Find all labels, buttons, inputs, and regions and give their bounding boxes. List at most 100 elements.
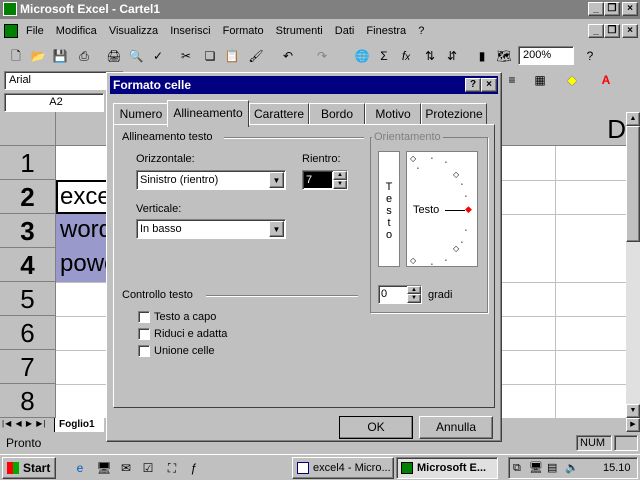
doc-close-button[interactable]: × [622,24,638,38]
open-icon[interactable]: 📂 [28,46,48,66]
desktop-icon[interactable]: 🖥 [94,458,114,478]
menu-help[interactable]: ? [418,25,424,37]
preview-icon[interactable]: 🔍 [126,46,146,66]
vertical-scrollbar[interactable]: ▲ ▼ [626,112,640,418]
taskbar-item-excel[interactable]: Microsoft E... [396,457,498,479]
row-header-8[interactable]: 8 [0,384,56,418]
merge-cells-checkbox[interactable] [138,345,150,357]
save-icon[interactable]: 💾 [50,46,70,66]
menu-file[interactable]: File [26,25,44,37]
print-icon[interactable]: 🖨 [104,46,124,66]
cancel-button[interactable]: Annulla [419,416,493,439]
horizontal-select[interactable]: Sinistro (rientro) ▼ [136,170,286,190]
merge-cells-label[interactable]: Unione celle [154,345,215,357]
degrees-spinner[interactable]: 0 ▲ ▼ [378,285,422,304]
paste-icon[interactable]: 📋 [222,46,242,66]
volume-icon[interactable]: 🔈 [565,458,579,478]
tab-numero[interactable]: Numero [113,103,169,125]
menu-strumenti[interactable]: Strumenti [276,25,323,37]
copy-icon[interactable]: ❏ [200,46,220,66]
doc-minimize-button[interactable]: _ [588,24,604,38]
channels-icon[interactable]: ☑ [138,458,158,478]
dialog-close-button[interactable]: × [481,78,497,92]
orientation-dial[interactable]: ◇ ● ● ● ◇ ● ● Testo ◆ ● ● ◇ ● ● ◇ [406,151,478,267]
wrap-text-checkbox[interactable] [138,311,150,323]
row-header-2[interactable]: 2 [0,180,56,214]
start-button[interactable]: Start [2,457,56,479]
spelling-icon[interactable]: ✓ [148,46,168,66]
sheet-tab-foglio1[interactable]: Foglio1 [54,418,104,432]
tab-motivo[interactable]: Motivo [365,103,421,125]
function-icon[interactable]: fx [396,46,416,66]
script-icon[interactable]: ƒ [184,458,204,478]
wrap-text-label[interactable]: Testo a capo [154,311,216,323]
spin-up-icon[interactable]: ▲ [333,171,347,180]
shrink-to-fit-checkbox[interactable] [138,328,150,340]
cut-icon[interactable]: ✂ [176,46,196,66]
row-header-7[interactable]: 7 [0,350,56,384]
scroll-down-arrow-icon[interactable]: ▼ [626,404,640,418]
vertical-text-box[interactable]: Testo [378,151,400,267]
row-header-1[interactable]: 1 [0,146,56,180]
menu-visualizza[interactable]: Visualizza [109,25,158,37]
tab-bordo[interactable]: Bordo [309,103,365,125]
degrees-down-icon[interactable]: ▼ [407,294,421,303]
indent-spinner[interactable]: 7 ▲ ▼ [302,170,348,190]
menu-inserisci[interactable]: Inserisci [170,25,210,37]
shrink-to-fit-label[interactable]: Riduci e adatta [154,328,227,340]
name-box[interactable]: A2 [4,93,104,112]
office-assistant-icon[interactable]: ? [580,46,600,66]
chevron-down-icon[interactable]: ▼ [269,221,284,237]
format-painter-icon[interactable]: 🖌 [246,46,266,66]
font-color-icon[interactable]: A [596,70,616,90]
align-icon[interactable]: ≡ [502,70,522,90]
fill-color-icon[interactable]: ◆ [562,70,582,90]
doc-restore-button[interactable]: ❐ [604,24,620,38]
new-icon[interactable]: 🗋 [6,46,26,66]
menu-modifica[interactable]: Modifica [56,25,97,37]
undo-icon[interactable]: ↶ [278,46,298,66]
vertical-select[interactable]: In basso ▼ [136,219,286,239]
borders-icon[interactable]: ▦ [530,70,550,90]
close-button[interactable]: × [622,2,638,16]
menu-finestra[interactable]: Finestra [366,25,406,37]
hyperlink-icon[interactable]: 🌐 [352,46,372,66]
internet-explorer-icon[interactable]: e [70,458,90,478]
autosum-icon[interactable]: Σ [374,46,394,66]
tab-scroll-icons[interactable]: |◀ ◀ ▶ ▶| [2,419,46,428]
maximize-button[interactable]: ❐ [604,2,620,16]
task-scheduler-icon[interactable]: ▤ [547,458,557,478]
orientation-pointer-icon[interactable]: ◆ [465,204,472,215]
sort-asc-icon[interactable]: ⇅ [420,46,440,66]
map-icon[interactable]: 🗺 [494,46,514,66]
redo-icon[interactable]: ↷ [312,46,332,66]
minimize-button[interactable]: _ [588,2,604,16]
network-icon[interactable]: ⧉ [513,458,521,478]
row-header-4[interactable]: 4 [0,248,56,282]
menu-formato[interactable]: Formato [223,25,264,37]
select-all-corner[interactable] [0,112,56,146]
scroll-thumb[interactable] [626,126,640,242]
row-header-3[interactable]: 3 [0,214,56,248]
ok-button[interactable]: OK [339,416,413,439]
row-header-5[interactable]: 5 [0,282,56,316]
degrees-up-icon[interactable]: ▲ [407,286,421,294]
print-preview-icon[interactable]: ⎙ [74,46,94,66]
chart-wizard-icon[interactable]: ▮ [472,46,492,66]
zoom-select[interactable]: 200% [518,46,574,65]
tab-allineamento[interactable]: Allineamento [167,100,249,127]
hscroll-right-arrow-icon[interactable]: ▶ [626,418,640,432]
monitor-icon[interactable]: 🖥 [529,458,543,478]
dialog-help-button[interactable]: ? [465,78,481,92]
row-header-6[interactable]: 6 [0,316,56,350]
tab-protezione[interactable]: Protezione [421,103,487,125]
media-icon[interactable]: ⛶ [162,458,182,478]
scroll-up-arrow-icon[interactable]: ▲ [626,112,640,126]
clock[interactable]: 15.10 [603,458,631,478]
chevron-down-icon[interactable]: ▼ [269,172,284,188]
spin-down-icon[interactable]: ▼ [333,180,347,189]
sort-desc-icon[interactable]: ⇵ [442,46,462,66]
tab-carattere[interactable]: Carattere [249,103,309,125]
menu-dati[interactable]: Dati [335,25,355,37]
taskbar-item-word[interactable]: excel4 - Micro... [292,457,394,479]
